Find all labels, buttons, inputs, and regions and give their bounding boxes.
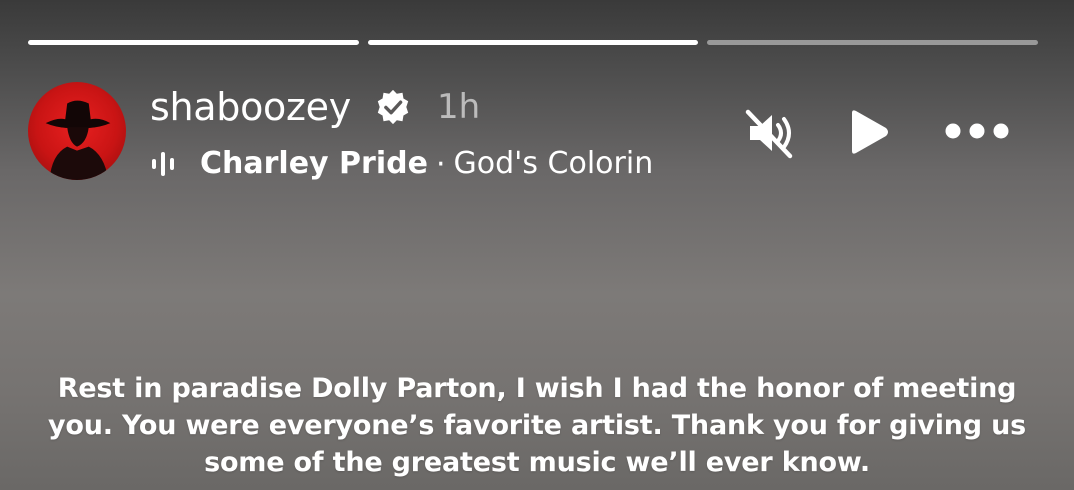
caption-line: Rest in paradise Dolly Parton, I wish I … xyxy=(57,373,1017,404)
mute-button[interactable] xyxy=(740,104,798,162)
story-progress-bar xyxy=(28,40,1039,45)
caption-line: you. You were everyone’s favorite artist… xyxy=(47,410,1027,441)
progress-segment xyxy=(28,40,359,45)
music-artist: Charley Pride xyxy=(200,146,428,181)
post-time: 1h xyxy=(437,87,481,127)
more-options-icon xyxy=(945,123,1009,139)
caption-line: some of the greatest music we’ll ever kn… xyxy=(204,447,870,478)
username[interactable]: shaboozey xyxy=(150,84,351,130)
progress-segment xyxy=(367,40,699,45)
speaker-muted-icon xyxy=(745,109,793,159)
verified-badge-icon xyxy=(374,88,412,126)
play-button[interactable] xyxy=(842,106,894,158)
play-icon xyxy=(852,110,888,154)
more-options-button[interactable] xyxy=(943,115,1011,147)
avatar-image xyxy=(45,100,111,180)
music-attribution[interactable]: Charley Pride · God's Colorin xyxy=(150,143,695,185)
progress-segment xyxy=(707,40,1039,45)
avatar[interactable] xyxy=(28,82,126,180)
story-caption: Rest in paradise Dolly Parton, I wish I … xyxy=(20,370,1054,481)
music-song-title: God's Colorin xyxy=(453,146,654,181)
music-separator: · xyxy=(435,146,446,182)
audio-bars-icon xyxy=(150,149,184,179)
